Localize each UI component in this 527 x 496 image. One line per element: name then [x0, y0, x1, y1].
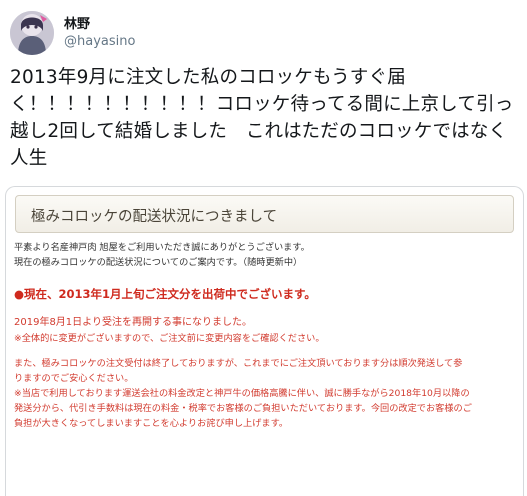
notice-title: 極みコロッケの配送状況につきまして — [31, 209, 278, 225]
fee-notice-line: ※当店で利用しております運送会社の料金改定と神戸牛の価格高騰に伴い、誠に勝手なが… — [14, 388, 470, 399]
notice-header: 極みコロッケの配送状況につきまして — [15, 195, 514, 233]
change-notice: ※全体的に変更がございますので、ご注文前に変更内容をご確認ください。 — [14, 333, 325, 344]
tweet-image[interactable]: 極みコロッケの配送状況につきまして 平素より名産神戸肉 旭屋をご利用いただき誠に… — [5, 186, 524, 496]
fee-notice-line: 発送分から、代引き手数料は現在の料金・税率でお客様のご負担いただいております。今… — [14, 403, 472, 414]
user-names: 林野 @hayasino — [64, 16, 135, 50]
tweet-card: 林野 @hayasino 2013年9月に注文した私のコロッケもうすぐ届く！！！… — [0, 0, 527, 496]
avatar[interactable] — [10, 11, 54, 55]
user-handle[interactable]: @hayasino — [64, 33, 135, 50]
tweet-header: 林野 @hayasino — [10, 8, 135, 58]
resume-notice: 2019年8月1日より受注を再開する事になりました。 — [14, 317, 252, 328]
notice-body: 平素より名産神戸肉 旭屋をご利用いただき誠にありがとうございます。 現在の極みコ… — [14, 240, 519, 431]
display-name[interactable]: 林野 — [64, 16, 135, 33]
tweet-text: 2013年9月に注文した私のコロッケもうすぐ届く！！！！！！！！！！コロッケ待っ… — [10, 67, 514, 169]
shipping-status: ●現在、2013年1月上旬ご注文分を出荷中でございます。 — [14, 287, 316, 301]
fee-notice-line: 負担が大きくなってしまいますことを心よりお詫び申し上げます。 — [14, 418, 289, 429]
order-closed-line: また、極みコロッケの注文受付は終了しておりますが、これまでにご注文頂いております… — [14, 358, 463, 369]
avatar-image — [10, 11, 54, 55]
notice-intro-line: 現在の極みコロッケの配送状況についてのご案内です。（随時更新中） — [14, 257, 303, 268]
order-closed-line: りますのでご安心ください。 — [14, 373, 134, 384]
notice-intro-line: 平素より名産神戸肉 旭屋をご利用いただき誠にありがとうございます。 — [14, 242, 310, 253]
